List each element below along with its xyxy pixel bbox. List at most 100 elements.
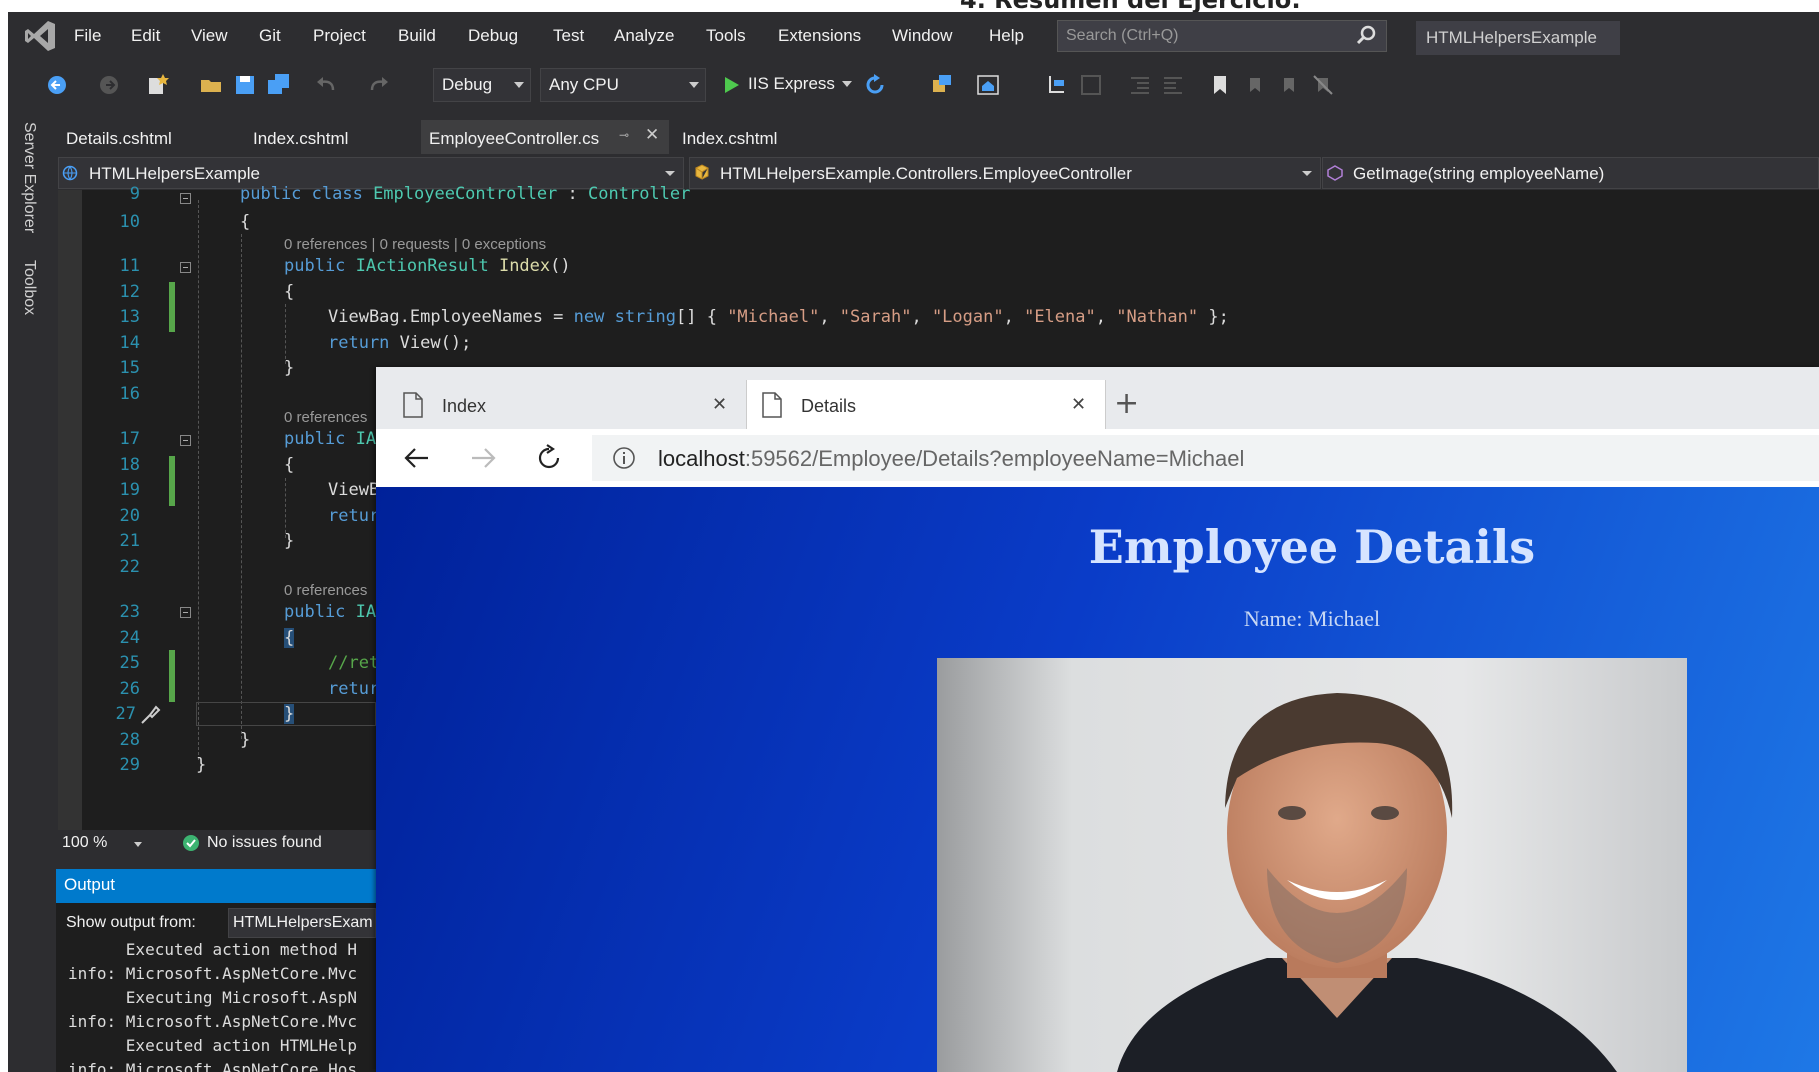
step-out-icon[interactable]	[1078, 72, 1104, 98]
menu-git[interactable]: Git	[259, 26, 281, 46]
codelens-getimage[interactable]: 0 references	[284, 582, 367, 599]
close-tab-icon[interactable]: ✕	[645, 125, 659, 145]
code-line-29: }	[196, 755, 207, 775]
search-box[interactable]: Search (Ctrl+Q)	[1057, 20, 1387, 52]
tab-index-cshtml-2[interactable]: Index.cshtml	[674, 120, 844, 154]
fold-toggle[interactable]	[180, 262, 191, 273]
code-line-23: public IA	[284, 602, 377, 622]
menu-extensions[interactable]: Extensions	[778, 26, 861, 46]
output-pane-title[interactable]: Output	[56, 869, 376, 903]
fold-toggle[interactable]	[180, 607, 191, 618]
output-line: info: Microsoft.AspNetCore.Hos	[68, 1060, 357, 1072]
menu-file[interactable]: File	[74, 26, 101, 46]
new-project-icon[interactable]	[145, 72, 171, 98]
tab-index-cshtml[interactable]: Index.cshtml	[245, 120, 415, 154]
background-document-edge	[0, 0, 8, 1072]
bookmark-icon[interactable]	[1207, 72, 1233, 98]
undo-icon[interactable]	[313, 72, 339, 98]
solution-platform-dropdown[interactable]: Any CPU	[540, 68, 706, 102]
browser-link-icon[interactable]	[929, 72, 955, 98]
codelens-details[interactable]: 0 references	[284, 409, 367, 426]
close-tab-icon[interactable]: ✕	[712, 394, 727, 415]
refresh-icon[interactable]	[862, 72, 888, 98]
line-number: 28	[119, 730, 140, 750]
menu-analyze[interactable]: Analyze	[614, 26, 674, 46]
url-text: localhost:59562/Employee/Details?employe…	[658, 446, 1245, 471]
menu-test[interactable]: Test	[553, 26, 584, 46]
method-icon	[1327, 165, 1343, 181]
codelens-index[interactable]: 0 references | 0 requests | 0 exceptions	[284, 236, 546, 253]
site-info-icon[interactable]	[612, 446, 636, 470]
code-line-24: {	[284, 628, 295, 648]
run-target-chevron-icon[interactable]	[842, 81, 852, 87]
toolbox-tab[interactable]: Toolbox	[20, 260, 38, 315]
step-into-icon[interactable]	[1044, 72, 1070, 98]
save-all-icon[interactable]	[266, 72, 292, 98]
menu-tools[interactable]: Tools	[706, 26, 746, 46]
output-line: Executed action HTMLHelp	[68, 1036, 357, 1055]
employee-name: Name: Michael	[1243, 606, 1381, 631]
code-line-9: public class EmployeeController : Contro…	[240, 184, 691, 204]
forward-arrow-icon[interactable]	[468, 444, 498, 472]
zoom-chevron-icon[interactable]	[134, 842, 142, 847]
menu-window[interactable]: Window	[892, 26, 952, 46]
indent-guide	[285, 304, 286, 364]
change-marker	[169, 282, 175, 332]
menu-edit[interactable]: Edit	[131, 26, 160, 46]
fold-toggle[interactable]	[180, 435, 191, 446]
run-target-button[interactable]: IIS Express	[748, 74, 835, 94]
line-number: 10	[119, 212, 140, 232]
menu-view[interactable]: View	[191, 26, 228, 46]
new-tab-icon[interactable]: +	[1114, 386, 1139, 421]
solution-name-badge[interactable]: HTMLHelpersExample	[1416, 21, 1620, 55]
pin-icon[interactable]: ⊸	[619, 128, 629, 142]
reload-icon[interactable]	[534, 443, 564, 473]
check-circle-icon	[183, 835, 199, 851]
back-nav-icon[interactable]	[44, 72, 70, 98]
browser-tab-details[interactable]: Details ✕	[746, 380, 1106, 429]
menu-help[interactable]: Help	[989, 26, 1024, 46]
save-icon[interactable]	[232, 72, 258, 98]
quick-actions-brush-icon[interactable]	[138, 703, 162, 727]
search-icon[interactable]	[1356, 25, 1376, 45]
code-line-11: public IActionResult Index()	[284, 256, 571, 276]
globe-icon	[62, 165, 78, 181]
output-line: Executing Microsoft.AspN	[68, 988, 357, 1007]
tab-details-cshtml[interactable]: Details.cshtml	[58, 120, 238, 154]
line-number: 27	[115, 704, 136, 724]
output-source-dropdown[interactable]: HTMLHelpersExam	[228, 908, 376, 938]
line-number: 13	[119, 307, 140, 327]
open-folder-icon[interactable]	[199, 72, 225, 98]
output-line: info: Microsoft.AspNetCore.Mvc	[68, 964, 357, 983]
fold-toggle[interactable]	[180, 193, 191, 204]
class-icon	[695, 164, 709, 180]
play-icon[interactable]	[718, 72, 744, 98]
change-marker	[169, 456, 175, 506]
clear-bookmarks-icon[interactable]	[1310, 72, 1336, 98]
solution-configuration-dropdown[interactable]: Debug	[433, 68, 531, 102]
home-icon[interactable]	[975, 72, 1001, 98]
zoom-level-dropdown[interactable]: 100 %	[62, 834, 107, 852]
side-tool-strip	[8, 112, 58, 1072]
next-bookmark-icon[interactable]	[1276, 72, 1302, 98]
issues-status[interactable]: No issues found	[207, 834, 322, 852]
forward-nav-icon[interactable]	[96, 72, 122, 98]
server-explorer-tab[interactable]: Server Explorer	[20, 122, 38, 233]
tab-employee-controller[interactable]: EmployeeController.cs ⊸ ✕	[421, 120, 669, 154]
outdent-icon[interactable]	[1160, 72, 1186, 98]
menu-project[interactable]: Project	[313, 26, 366, 46]
code-line-20: retur	[328, 506, 380, 526]
indent-icon[interactable]	[1127, 72, 1153, 98]
browser-tab-index[interactable]: Index ✕	[388, 380, 738, 429]
code-line-19: ViewB	[328, 480, 380, 500]
member-dropdown[interactable]: GetImage(string employeeName)	[1322, 157, 1819, 189]
close-tab-icon[interactable]: ✕	[1071, 394, 1086, 415]
line-number: 21	[119, 531, 140, 551]
menu-build[interactable]: Build	[398, 26, 436, 46]
class-dropdown[interactable]: HTMLHelpersExample.Controllers.EmployeeC…	[689, 157, 1321, 189]
redo-icon[interactable]	[366, 72, 392, 98]
prev-bookmark-icon[interactable]	[1242, 72, 1268, 98]
back-arrow-icon[interactable]	[402, 444, 432, 472]
menu-debug[interactable]: Debug	[468, 26, 518, 46]
line-number: 9	[129, 184, 140, 204]
